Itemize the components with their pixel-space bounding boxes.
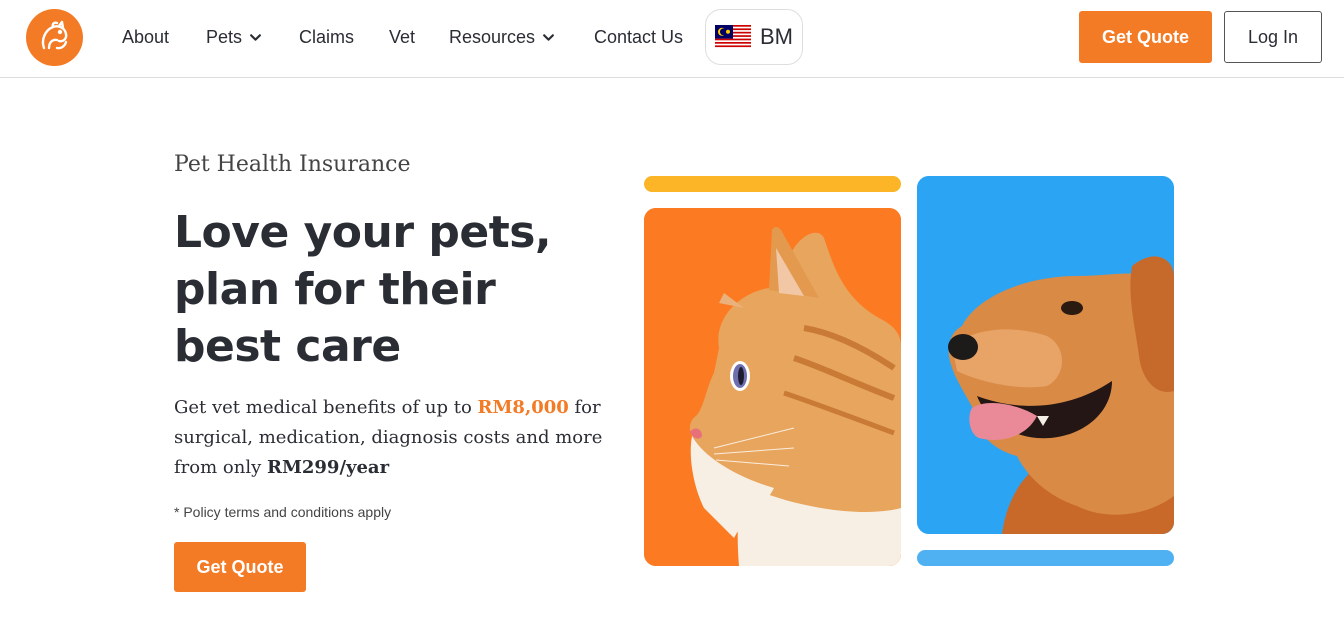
dog-photo-card xyxy=(917,176,1174,534)
nav-item-claims[interactable]: Claims xyxy=(299,26,354,48)
nav-item-contact-us-label: Contact Us xyxy=(594,26,684,47)
hero-desc-price: RM299/year xyxy=(266,457,390,478)
cat-photo-card xyxy=(644,208,901,566)
malaysia-flag-icon xyxy=(715,25,751,49)
pet-logo-icon xyxy=(41,20,67,49)
nav-item-pets-label: Pets xyxy=(206,26,243,47)
chevron-down-icon xyxy=(543,33,554,41)
hero-eyebrow: Pet Health Insurance xyxy=(174,152,411,177)
nav-item-resources-label: Resources xyxy=(449,26,536,47)
nav-item-vet[interactable]: Vet xyxy=(389,26,415,48)
brand-logo[interactable] xyxy=(26,9,83,66)
nav-item-contact-us[interactable]: Contact Us xyxy=(594,26,683,48)
cat-photo xyxy=(644,208,901,566)
nav-item-claims-label: Claims xyxy=(299,26,355,47)
decorative-blue-bar xyxy=(917,550,1174,566)
policy-terms-note: * Policy terms and conditions apply xyxy=(174,504,392,520)
language-code: BM xyxy=(760,24,793,49)
nav-item-vet-label: Vet xyxy=(389,26,416,47)
top-navigation: About Pets Claims Vet Resources Contact … xyxy=(0,0,1344,78)
chevron-down-icon xyxy=(250,33,261,41)
get-quote-button[interactable]: Get Quote xyxy=(1079,11,1212,63)
language-switcher[interactable]: BM xyxy=(705,9,803,65)
login-button[interactable]: Log In xyxy=(1224,11,1322,63)
hero-desc-amount: RM8,000 xyxy=(477,397,569,418)
hero-headline: Love your pets, plan for their best care xyxy=(174,207,552,372)
hero-desc-part1: Get vet medical benefits of up to xyxy=(174,397,478,418)
nav-item-about[interactable]: About xyxy=(122,26,169,48)
nav-item-pets[interactable]: Pets xyxy=(206,26,262,48)
hero-get-quote-button[interactable]: Get Quote xyxy=(174,542,306,592)
dog-photo xyxy=(917,176,1174,534)
hero-description: Get vet medical benefits of up to RM8,00… xyxy=(174,393,614,483)
nav-item-resources[interactable]: Resources xyxy=(449,26,555,48)
decorative-yellow-bar xyxy=(644,176,901,192)
nav-item-about-label: About xyxy=(122,26,170,47)
